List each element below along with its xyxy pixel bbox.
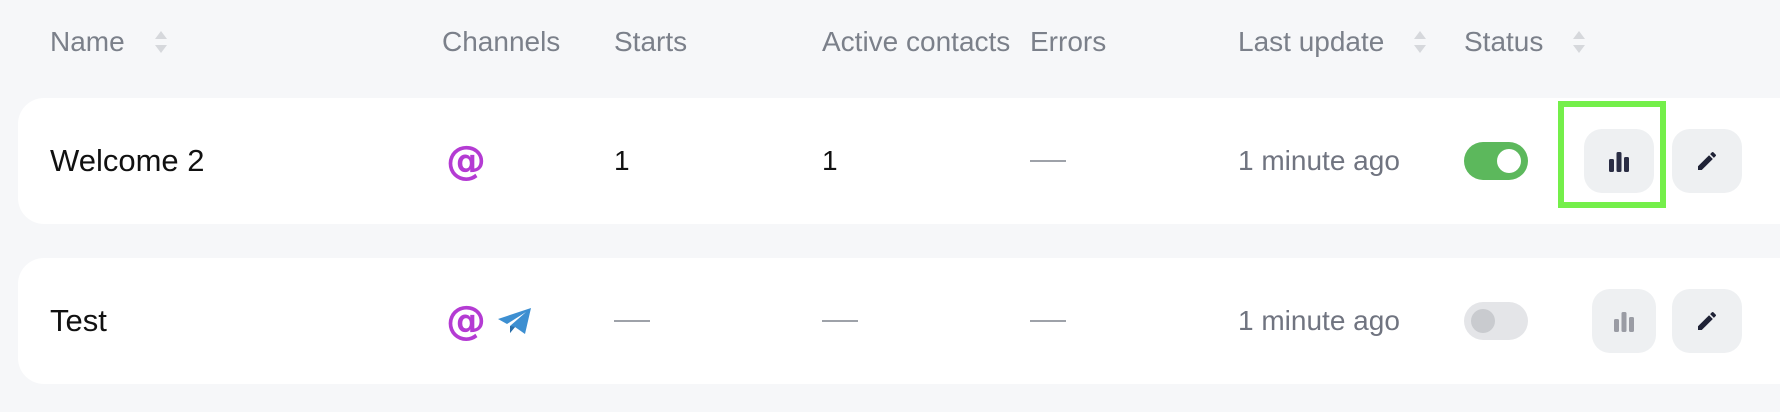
errors-empty-dash xyxy=(1030,160,1066,162)
column-header-status[interactable]: Status xyxy=(1464,22,1587,62)
edit-button[interactable] xyxy=(1672,129,1742,193)
last-update-cell: 1 minute ago xyxy=(1238,98,1400,224)
table-row[interactable]: Test @ 1 minute ago xyxy=(18,258,1780,384)
last-update-value: 1 minute ago xyxy=(1238,145,1400,176)
last-update-value: 1 minute ago xyxy=(1238,305,1400,336)
status-toggle[interactable] xyxy=(1464,142,1528,180)
errors-cell xyxy=(1030,258,1066,384)
column-header-errors: Errors xyxy=(1030,22,1106,62)
column-header-status-label: Status xyxy=(1464,26,1544,57)
table-header: Name Channels Starts Active contacts Err… xyxy=(0,0,1780,84)
active-contacts-cell: 1 xyxy=(822,98,838,224)
telegram-icon xyxy=(498,308,531,334)
starts-cell xyxy=(614,258,650,384)
active-contacts-value: 1 xyxy=(822,145,838,176)
column-header-active-contacts-label: Active contacts xyxy=(822,26,1011,57)
column-header-channels-label: Channels xyxy=(442,26,561,57)
column-header-last-update-label: Last update xyxy=(1238,26,1385,57)
statistics-button[interactable] xyxy=(1584,129,1654,193)
errors-cell xyxy=(1030,98,1066,224)
starts-cell: 1 xyxy=(614,98,630,224)
edit-button[interactable] xyxy=(1672,289,1742,353)
column-header-name[interactable]: Name xyxy=(50,22,169,62)
column-header-starts-label: Starts xyxy=(614,26,688,57)
flow-name-cell: Test xyxy=(50,258,107,384)
active-contacts-empty-dash xyxy=(822,320,858,322)
sort-icon[interactable] xyxy=(1571,27,1587,57)
toggle-knob xyxy=(1497,149,1521,173)
toggle-knob xyxy=(1471,309,1495,333)
flows-table: Name Channels Starts Active contacts Err… xyxy=(0,0,1780,412)
pencil-icon xyxy=(1698,151,1717,170)
column-header-name-label: Name xyxy=(50,26,125,57)
email-at-icon: @ xyxy=(446,298,486,344)
flow-name-cell: Welcome 2 xyxy=(50,98,205,224)
column-header-errors-label: Errors xyxy=(1030,26,1107,57)
email-at-icon: @ xyxy=(446,138,486,184)
errors-empty-dash xyxy=(1030,320,1066,322)
flow-name[interactable]: Test xyxy=(50,303,107,339)
starts-value: 1 xyxy=(614,145,630,176)
last-update-cell: 1 minute ago xyxy=(1238,258,1400,384)
flow-name[interactable]: Welcome 2 xyxy=(50,143,205,179)
column-header-last-update[interactable]: Last update xyxy=(1238,22,1428,62)
statistics-button[interactable] xyxy=(1592,289,1656,353)
column-header-channels: Channels xyxy=(442,22,560,62)
column-header-starts: Starts xyxy=(614,22,687,62)
pencil-icon xyxy=(1698,311,1717,330)
active-contacts-cell xyxy=(822,258,858,384)
channels-cell: @ xyxy=(446,98,486,224)
column-header-active-contacts: Active contacts xyxy=(822,22,1010,62)
bar-chart-icon xyxy=(1614,312,1634,332)
sort-icon[interactable] xyxy=(153,27,169,57)
status-cell xyxy=(1464,98,1528,224)
status-toggle[interactable] xyxy=(1464,302,1528,340)
table-row[interactable]: Welcome 2 @ 1 1 1 minute ago xyxy=(18,98,1780,224)
channels-cell: @ xyxy=(446,258,534,384)
sort-icon[interactable] xyxy=(1412,27,1428,57)
status-cell xyxy=(1464,258,1528,384)
bar-chart-icon xyxy=(1609,152,1629,172)
starts-empty-dash xyxy=(614,320,650,322)
